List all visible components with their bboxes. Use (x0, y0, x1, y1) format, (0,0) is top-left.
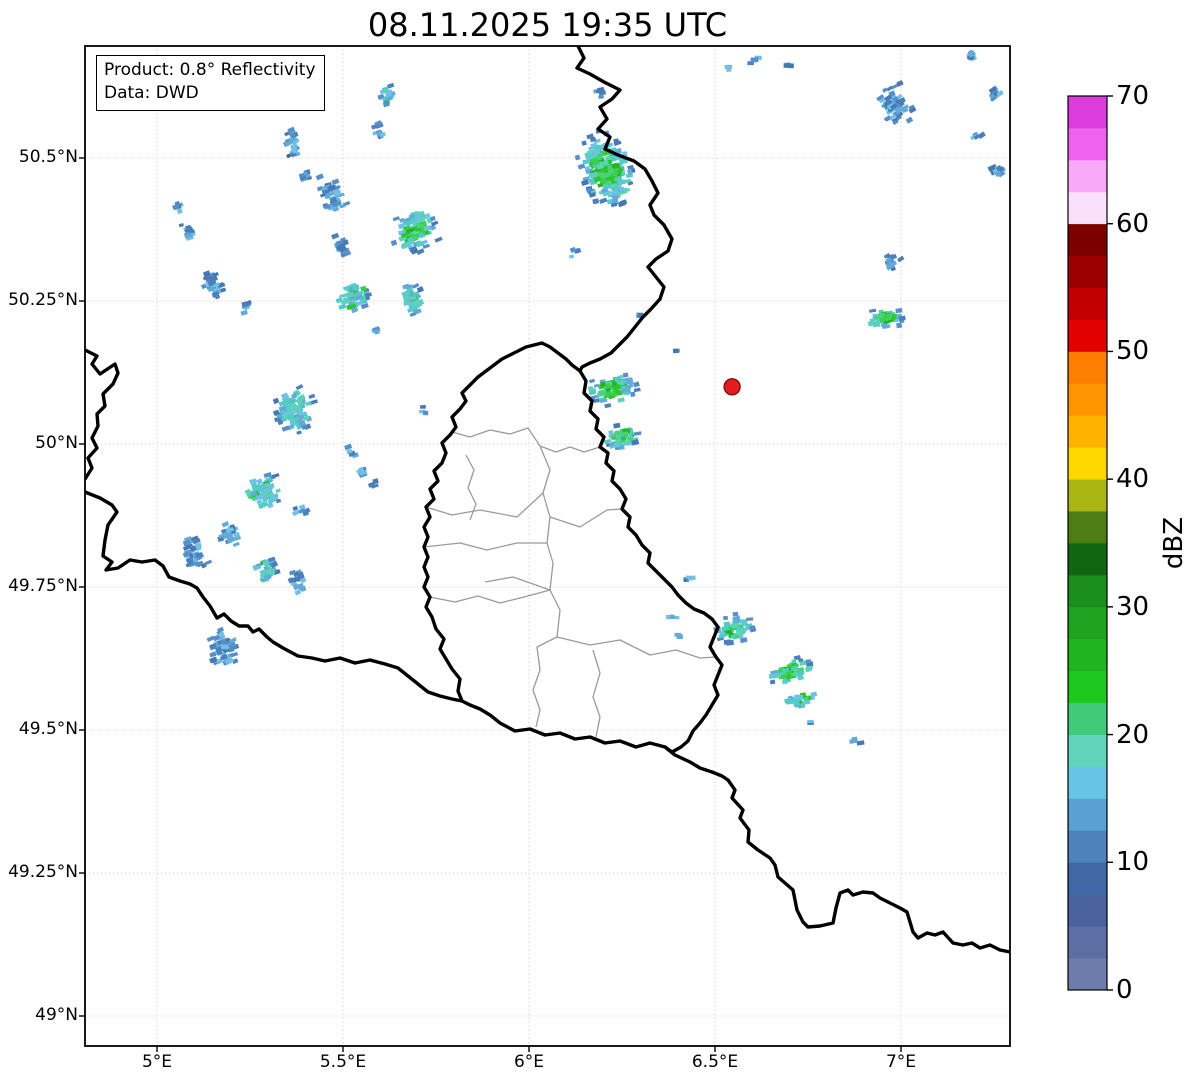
colorbar-tick-label: 0 (1116, 975, 1133, 1005)
y-tick-label: 50.25°N (8, 290, 78, 310)
product-line: Product: 0.8° Reflectivity (104, 60, 316, 80)
country-borders (85, 46, 1010, 954)
colorbar-tick-label: 30 (1116, 591, 1150, 622)
x-tick-label: 7°E (885, 1052, 917, 1072)
data-source-line: Data: DWD (104, 82, 199, 103)
colorbar-tick-label: 50 (1116, 336, 1150, 367)
colorbar-tick-label: 40 (1116, 464, 1150, 495)
map-canvas (79, 45, 1113, 1052)
x-tick-label: 6.5°E (691, 1052, 739, 1072)
colorbar-tick-label: 10 (1116, 847, 1150, 878)
colorbar-unit-label: dBZ (1159, 516, 1189, 570)
product-info-box: Product: 0.8° Reflectivity Data: DWD (96, 55, 325, 111)
y-tick-label: 49°N (35, 1005, 78, 1025)
y-tick-label: 50.5°N (18, 147, 78, 167)
y-tick-label: 49.25°N (8, 862, 78, 882)
x-tick-label: 5.5°E (319, 1052, 367, 1072)
colorbar-tick-label: 20 (1116, 719, 1150, 750)
y-tick-label: 50°N (35, 433, 78, 453)
y-tick-label: 49.75°N (8, 576, 78, 596)
colorbar (1067, 95, 1113, 991)
colorbar-tick-label: 60 (1116, 208, 1150, 239)
x-tick-label: 5°E (141, 1052, 173, 1072)
region-borders (423, 427, 717, 738)
x-tick-label: 6°E (513, 1052, 545, 1072)
station-marker (723, 378, 741, 396)
map-layers (85, 46, 1010, 1046)
colorbar-tick-label: 70 (1116, 81, 1150, 111)
y-tick-label: 49.5°N (18, 719, 78, 739)
axis-ticks (79, 157, 902, 1052)
radar-figure: 08.11.2025 19:35 UTC Product: 0.8° Refle… (0, 0, 1202, 1081)
